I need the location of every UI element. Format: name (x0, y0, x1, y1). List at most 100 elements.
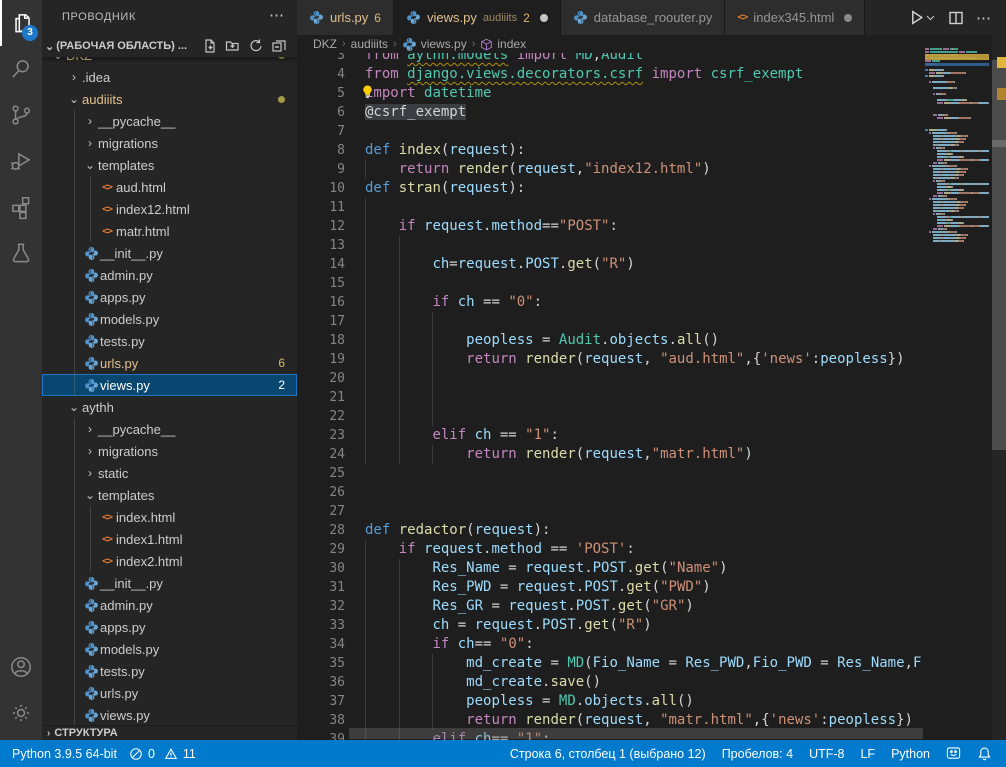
code-line-26[interactable]: 26 (297, 483, 925, 502)
cursor-position-status[interactable]: Строка 6, столбец 1 (выбрано 12) (510, 747, 706, 761)
horizontal-scrollbar[interactable] (349, 728, 923, 739)
workspace-section-header[interactable]: ⌄ (РАБОЧАЯ ОБЛАСТЬ) ... (42, 35, 297, 57)
tree-item-urls.py[interactable]: urls.py6 (42, 352, 297, 374)
code-line-22[interactable]: 22 (297, 407, 925, 426)
tree-item-migrations[interactable]: ›migrations (42, 132, 297, 154)
code-line-20[interactable]: 20 (297, 369, 925, 388)
tree-item-admin.py[interactable]: admin.py (42, 594, 297, 616)
code-line-24[interactable]: 24 return render(request,"matr.html") (297, 445, 925, 464)
tree-item-apps.py[interactable]: apps.py (42, 616, 297, 638)
code-line-25[interactable]: 25 (297, 464, 925, 483)
collapse-all-icon[interactable] (271, 38, 287, 54)
breadcrumb-item-audiiits[interactable]: audiiits (351, 37, 388, 51)
eol-status[interactable]: LF (860, 747, 875, 761)
new-folder-icon[interactable] (225, 38, 241, 54)
tree-item-__pycache__[interactable]: ›__pycache__ (42, 418, 297, 440)
code-line-34[interactable]: 34 if ch== "0": (297, 635, 925, 654)
tree-item-__pycache__[interactable]: ›__pycache__ (42, 110, 297, 132)
tab-urls.py[interactable]: urls.py6 (297, 0, 394, 35)
outline-section-header[interactable]: › СТРУКТУРА (42, 725, 297, 740)
refresh-icon[interactable] (248, 38, 264, 54)
breadcrumb-item-views.py[interactable]: views.py (402, 37, 467, 52)
code-line-15[interactable]: 15 (297, 274, 925, 293)
lightbulb-icon[interactable] (360, 84, 376, 100)
code-line-8[interactable]: 8def index(request): (297, 141, 925, 160)
code-line-32[interactable]: 32 Res_GR = request.POST.get("GR") (297, 597, 925, 616)
new-file-icon[interactable] (202, 38, 218, 54)
code-line-6[interactable]: 6@csrf_exempt (297, 103, 925, 122)
breadcrumb-item-index[interactable]: index (480, 37, 526, 51)
split-editor-icon[interactable] (948, 10, 964, 26)
encoding-status[interactable]: UTF-8 (809, 747, 844, 761)
code-line-30[interactable]: 30 Res_Name = request.POST.get("Name") (297, 559, 925, 578)
tab-index345.html[interactable]: <>index345.html (725, 0, 865, 35)
code-line-19[interactable]: 19 return render(request, "aud.html",{'n… (297, 350, 925, 369)
search-icon[interactable] (0, 46, 42, 92)
tree-item-audiiits[interactable]: ⌄audiiits (42, 88, 297, 110)
code-line-31[interactable]: 31 Res_PWD = request.POST.get("PWD") (297, 578, 925, 597)
run-button[interactable] (908, 9, 936, 26)
tab-database_roouter.py[interactable]: database_roouter.py (561, 0, 726, 35)
code-line-18[interactable]: 18 peopless = Audit.objects.all() (297, 331, 925, 350)
code-line-21[interactable]: 21 (297, 388, 925, 407)
feedback-smiley-icon[interactable] (946, 746, 961, 761)
source-control-icon[interactable] (0, 92, 42, 138)
code-line-11[interactable]: 11 (297, 198, 925, 217)
tree-item-admin.py[interactable]: admin.py (42, 264, 297, 286)
tree-item-urls.py[interactable]: urls.py (42, 682, 297, 704)
tree-item-__init__.py[interactable]: __init__.py (42, 242, 297, 264)
code-line-9[interactable]: 9 return render(request,"index12.html") (297, 160, 925, 179)
tree-item-index12.html[interactable]: <>index12.html (42, 198, 297, 220)
tree-item-views.py[interactable]: views.py (42, 704, 297, 725)
tree-item-views.py[interactable]: views.py2 (42, 374, 297, 396)
explorer-icon[interactable]: 3 (0, 0, 42, 46)
more-actions-icon[interactable]: ⋯ (976, 9, 992, 27)
code-line-7[interactable]: 7 (297, 122, 925, 141)
tree-item-migrations[interactable]: ›migrations (42, 440, 297, 462)
tree-item-tests.py[interactable]: tests.py (42, 330, 297, 352)
modified-dot-icon[interactable] (844, 14, 852, 22)
notifications-bell-icon[interactable] (977, 746, 992, 761)
code-line-10[interactable]: 10def stran(request): (297, 179, 925, 198)
code-line-5[interactable]: 5import datetime (297, 84, 925, 103)
code-line-12[interactable]: 12 if request.method=="POST": (297, 217, 925, 236)
tree-item-aythh[interactable]: ⌄aythh (42, 396, 297, 418)
code-line-37[interactable]: 37 peopless = MD.objects.all() (297, 692, 925, 711)
run-and-debug-icon[interactable] (0, 138, 42, 184)
code-line-13[interactable]: 13 (297, 236, 925, 255)
tree-item-matr.html[interactable]: <>matr.html (42, 220, 297, 242)
problems-status[interactable]: 0 11 (129, 747, 196, 761)
code-line-36[interactable]: 36 md_create.save() (297, 673, 925, 692)
account-icon[interactable] (0, 644, 42, 690)
code-line-16[interactable]: 16 if ch == "0": (297, 293, 925, 312)
indentation-status[interactable]: Пробелов: 4 (722, 747, 793, 761)
testing-icon[interactable] (0, 230, 42, 276)
code-line-14[interactable]: 14 ch=request.POST.get("R") (297, 255, 925, 274)
tree-item-.idea[interactable]: ›.idea (42, 66, 297, 88)
python-interpreter-status[interactable]: Python 3.9.5 64-bit (12, 747, 117, 761)
tree-item-models.py[interactable]: models.py (42, 308, 297, 330)
vertical-scrollbar-thumb[interactable] (992, 60, 1006, 450)
code-line-27[interactable]: 27 (297, 502, 925, 521)
code-line-23[interactable]: 23 elif ch == "1": (297, 426, 925, 445)
tree-item-apps.py[interactable]: apps.py (42, 286, 297, 308)
breadcrumb-item-DKZ[interactable]: DKZ (313, 37, 337, 51)
code-line-29[interactable]: 29 if request.method == 'POST': (297, 540, 925, 559)
sidebar-more-actions-icon[interactable]: ⋯ (269, 6, 285, 24)
tree-item-static[interactable]: ›static (42, 462, 297, 484)
tree-item-index2.html[interactable]: <>index2.html (42, 550, 297, 572)
settings-gear-icon[interactable] (0, 690, 42, 736)
tab-views.py[interactable]: views.pyaudiiits2 (394, 0, 561, 35)
modified-dot-icon[interactable] (540, 14, 548, 22)
code-line-17[interactable]: 17 (297, 312, 925, 331)
language-mode-status[interactable]: Python (891, 747, 930, 761)
tree-item-models.py[interactable]: models.py (42, 638, 297, 660)
tree-item-index1.html[interactable]: <>index1.html (42, 528, 297, 550)
tree-item-index.html[interactable]: <>index.html (42, 506, 297, 528)
tree-item-tests.py[interactable]: tests.py (42, 660, 297, 682)
minimap[interactable] (925, 48, 989, 740)
code-line-4[interactable]: 4from django.views.decorators.csrf impor… (297, 65, 925, 84)
code-line-35[interactable]: 35 md_create = MD(Fio_Name = Res_PWD,Fio… (297, 654, 925, 673)
tree-item-__init__.py[interactable]: __init__.py (42, 572, 297, 594)
tree-item-templates[interactable]: ⌄templates (42, 154, 297, 176)
